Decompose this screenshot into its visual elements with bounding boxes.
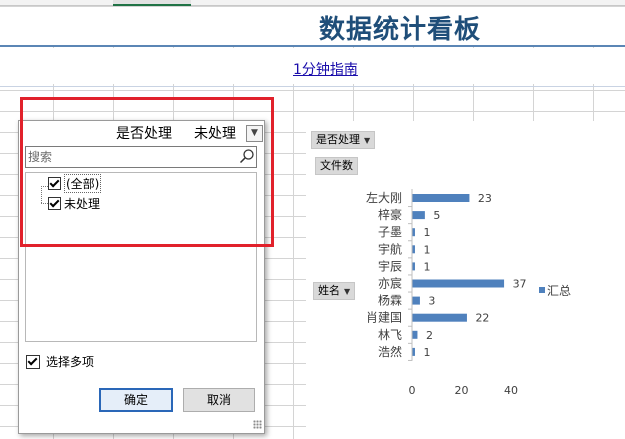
- category-label: 宇航: [378, 241, 402, 256]
- category-label: 浩然: [378, 344, 402, 359]
- bar: [412, 262, 415, 271]
- bar: [412, 245, 415, 254]
- data-label: 5: [433, 209, 440, 222]
- category-label: 宇辰: [378, 259, 402, 273]
- bar: [412, 279, 505, 288]
- data-label: 1: [423, 243, 430, 256]
- category-label: 左大刚: [366, 190, 402, 205]
- bar: [412, 194, 470, 202]
- data-label: 3: [428, 295, 435, 308]
- bar: [412, 228, 415, 237]
- category-label: 子墨: [378, 225, 402, 239]
- category-label: 杨霖: [378, 293, 402, 308]
- data-label: 2: [426, 329, 433, 342]
- x-tick-label: 0: [409, 384, 416, 397]
- category-label: 肖建国: [366, 311, 402, 325]
- category-label: 亦宸: [378, 276, 402, 291]
- x-tick-label: 20: [455, 384, 469, 397]
- data-label: 1: [423, 260, 430, 273]
- bar: [412, 330, 418, 339]
- bar: [412, 347, 415, 356]
- bar: [412, 313, 467, 322]
- data-label: 22: [475, 312, 489, 325]
- legend-swatch: [539, 287, 545, 293]
- bar: [412, 296, 420, 305]
- category-label: 梓豪: [378, 207, 402, 222]
- data-label: 23: [478, 192, 492, 205]
- x-tick-label: 40: [504, 384, 518, 397]
- data-label: 1: [423, 226, 430, 239]
- data-label: 37: [513, 278, 527, 291]
- bar-chart[interactable]: 左大刚 23 梓豪 5 子墨 1 宇航 1 宇辰 1 亦宸 37 杨霖 3 肖建国 22 林飞 2 浩然 1 0 20 40…: [0, 0, 625, 439]
- bar: [412, 211, 425, 220]
- data-label: 1: [423, 346, 430, 359]
- category-label: 林飞: [378, 328, 402, 342]
- legend-label: 汇总: [547, 284, 571, 298]
